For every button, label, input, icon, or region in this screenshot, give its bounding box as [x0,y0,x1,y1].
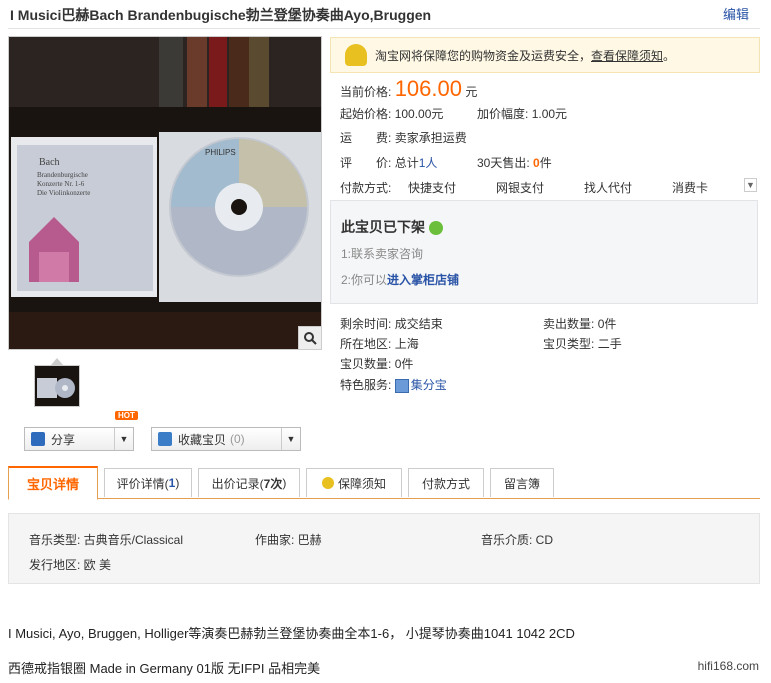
sold30-value: 0 [533,156,540,170]
payment-method-3: 找人代付 [584,181,633,195]
edit-link[interactable]: 编辑 [723,4,749,23]
sold30-unit: 件 [539,156,552,170]
tab-guarantee[interactable]: 保障须知 [306,468,402,497]
payment-method-2: 网银支付 [496,181,545,195]
share-icon [31,432,45,446]
contact-seller[interactable]: 1:联系卖家咨询 [341,245,423,262]
tab-guestbook[interactable]: 留言簿 [490,468,554,497]
shipping-label: 运 费: [340,131,392,145]
increment-label: 加价幅度: [477,107,529,121]
chevron-down-icon[interactable]: ▼ [114,428,133,450]
enter-shop-row: 2:你可以进入掌柜店铺 [341,273,460,287]
item-title: I Musici巴赫Bach Brandenbugische勃兰登堡协奏曲Ayo… [10,7,432,23]
favorite-label: 收藏宝贝 [178,432,227,447]
payment-methods: 付款方式: 快捷支付 网银支付 找人代付 消费卡 ▼ [340,176,757,196]
payment-method-1: 快捷支付 [408,181,457,195]
current-price-label: 当前价格: [340,85,392,99]
item-attributes: 音乐类型: 古典音乐/Classical 作曲家: 巴赫 音乐介质: CD 发行… [8,513,760,584]
item-type: 宝贝类型: 二手 [543,337,622,351]
detail-tabs: 宝贝详情 评价详情(1) 出价记录(7次) 保障须知 付款方式 留言簿 [8,466,760,500]
start-price-row: 起始价格: 100.00元 [340,105,443,122]
hot-badge: HOT [115,411,138,420]
attr-composer: 作曲家: 巴赫 [255,533,322,547]
safety-link[interactable]: 查看保障须知 [591,47,663,64]
rating-label: 评 价: [340,156,392,170]
jifenbao-icon [394,378,409,393]
rating-count[interactable]: 1人 [419,156,438,170]
safety-text: 淘宝网将保障您的购物资金及运费安全， [375,48,592,63]
shipping-row: 运 费: 卖家承担运费 [340,129,467,146]
payment-label: 付款方式: [340,181,392,195]
offline-heading: 此宝贝已下架 [341,217,443,237]
rating-total: 总计 [394,156,419,170]
favorite-button[interactable]: 收藏宝贝 (0) ▼ [151,427,301,451]
start-price-label: 起始价格: [340,107,392,121]
album-label: PHILIPS [205,148,236,157]
album-photo: Bach Brandenburgische Konzerte Nr. 1-6 D… [9,37,321,349]
album-title-line-1: Brandenburgische [37,171,88,179]
chevron-down-icon[interactable]: ▼ [281,428,300,450]
chevron-down-icon[interactable]: ▼ [744,178,757,192]
payment-method-4: 消费卡 [672,181,709,195]
tab-reviews[interactable]: 评价详情(1) [104,468,192,497]
enter-shop-link[interactable]: 进入掌柜店铺 [387,273,459,287]
zoom-icon[interactable] [298,326,321,349]
thumbnail-pointer [51,358,63,365]
description-line-1: I Musici, Ayo, Bruggen, Holliger等演奏巴赫勃兰登… [8,626,575,641]
shipping-value: 卖家承担运费 [394,131,467,145]
attr-genre: 音乐类型: 古典音乐/Classical [29,533,184,547]
offline-notice: 此宝贝已下架 1:联系卖家咨询 2:你可以进入掌柜店铺 [330,200,758,304]
sold-quantity: 卖出数量: 0件 [543,317,617,331]
smile-icon [429,221,443,236]
album-title-line-2: Konzerte Nr. 1-6 [37,180,85,188]
rating-row: 评 价: 总计1人 [340,154,437,171]
special-service: 特色服务: 集分宝 [340,378,447,393]
current-price-unit: 元 [465,85,478,99]
tab-payment[interactable]: 付款方式 [408,468,484,497]
description-line-2: 西德戒指银圈 Made in Germany 01版 无IFPI 品相完美 [8,661,321,676]
item-quantity: 宝贝数量: 0件 [340,357,414,371]
main-product-image[interactable]: Bach Brandenburgische Konzerte Nr. 1-6 D… [8,36,322,350]
increment-value: 1.00元 [531,107,568,121]
watermark: hifi168.com [697,659,759,673]
safety-tail: 。 [663,48,676,63]
album-composer: Bach [39,157,60,168]
album-title-line-3: Die Violinkonzerte [37,189,90,197]
jifenbao-link[interactable]: 集分宝 [411,378,447,392]
current-price-row: 当前价格: 106.00 元 [340,76,477,102]
tab-item-details[interactable]: 宝贝详情 [8,466,98,500]
thumbnail-image[interactable] [34,365,80,407]
header-divider [8,28,760,29]
attr-region: 发行地区: 欧 美 [29,558,112,572]
tab-bid-history[interactable]: 出价记录(7次) [198,468,300,497]
sold30-label: 30天售出: [477,156,530,170]
share-button[interactable]: 分享 ▼ [24,427,134,451]
location: 所在地区: 上海 [340,337,419,351]
safety-banner: 淘宝网将保障您的购物资金及运费安全， 查看保障须知 。 [330,37,760,73]
share-label: 分享 [51,432,76,447]
favorite-count: (0) [230,432,245,446]
increment-row: 加价幅度: 1.00元 [477,105,567,122]
start-price: 100.00元 [394,107,444,121]
shield-icon [345,44,367,66]
remaining-time: 剩余时间: 成交结束 [340,317,443,331]
attr-medium: 音乐介质: CD [481,533,554,547]
sold30-row: 30天售出: 0件 [477,154,552,171]
lightbulb-icon [321,477,334,489]
favorite-icon [158,432,172,446]
current-price: 106.00 [394,76,462,101]
